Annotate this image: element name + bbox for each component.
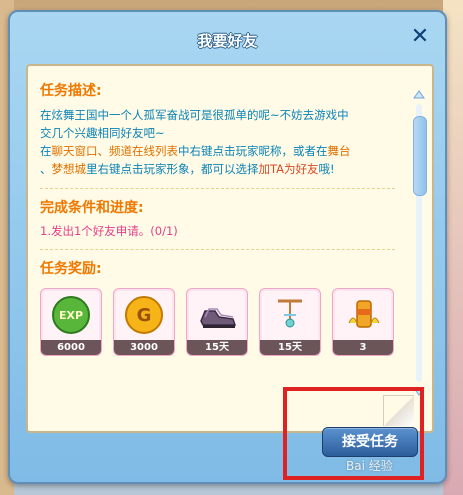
desc-line-3: 在聊天窗口、频道在线列表中右键点击玩家昵称，或者在舞台 <box>40 142 395 160</box>
reward-amount: 15天 <box>187 340 247 355</box>
cond-heading: 完成条件和进度: <box>40 200 144 216</box>
reward-item-gold[interactable]: G 3000 <box>113 288 175 356</box>
divider <box>40 188 395 189</box>
scroll-thumb[interactable] <box>413 116 427 196</box>
desc-text: 、 <box>40 162 52 176</box>
desc-line-1: 在炫舞王国中一个人孤军奋战可是很孤单的呢~不妨去游戏中 <box>40 108 349 122</box>
reward-amount: 15天 <box>260 340 320 355</box>
drink-can-icon <box>348 300 380 328</box>
desc-text: 中右键点击玩家昵称，或者在 <box>178 144 328 158</box>
divider <box>40 249 395 250</box>
desc-text: 在 <box>40 144 52 158</box>
close-icon[interactable]: ✕ <box>409 26 431 48</box>
watermark: Bai 经验 <box>346 459 393 473</box>
desc-heading: 任务描述: <box>40 83 102 99</box>
reward-amount: 6000 <box>41 340 101 355</box>
reward-item-shoes[interactable]: 15天 <box>186 288 248 356</box>
reward-amount: 3000 <box>114 340 174 355</box>
desc-line-4: 、梦想城里右键点击玩家形象，都可以选择加TA为好友哦! <box>40 160 395 178</box>
shoes-icon <box>200 308 237 328</box>
reward-item-necklace[interactable]: 15天 <box>259 288 321 356</box>
task-description: 在炫舞王国中一个人孤军奋战可是很孤单的呢~不妨去游戏中 交几个兴趣相同好友吧~ … <box>40 106 395 178</box>
task-progress: 1.发出1个好友申请。(0/1) <box>40 224 178 238</box>
svg-text:EXP: EXP <box>59 309 83 322</box>
reward-list: EXP 6000 G 3000 15天 15天 3 <box>40 288 395 356</box>
desc-text: 哦! <box>318 162 335 176</box>
scrollbar[interactable] <box>412 88 427 398</box>
reward-amount: 3 <box>333 340 393 355</box>
desc-text: 里右键点击玩家形象，都可以选择 <box>86 162 259 176</box>
exp-icon: EXP <box>52 296 90 334</box>
svg-text:G: G <box>137 305 152 326</box>
desc-line-2: 交几个兴趣相同好友吧~ <box>40 126 165 140</box>
reward-heading: 任务奖励: <box>40 261 102 277</box>
desc-highlight: 聊天窗口、频道在线列表 <box>51 144 179 158</box>
task-content: 任务描述: 在炫舞王国中一个人孤军奋战可是很孤单的呢~不妨去游戏中 交几个兴趣相… <box>40 72 395 356</box>
necklace-icon <box>278 299 302 328</box>
gold-coin-icon: G <box>125 296 163 334</box>
task-panel: 任务描述: 在炫舞王国中一个人孤军奋战可是很孤单的呢~不妨去游戏中 交几个兴趣相… <box>26 64 434 433</box>
scroll-up-icon[interactable] <box>412 88 426 102</box>
reward-item-exp[interactable]: EXP 6000 <box>40 288 102 356</box>
dialog-title: 我要好友 <box>197 32 258 50</box>
reward-item-drink[interactable]: 3 <box>332 288 394 356</box>
desc-highlight: 舞台 <box>327 144 351 158</box>
desc-highlight: 梦想城 <box>51 162 87 176</box>
desc-highlight-red: 加TA为好友 <box>258 162 319 176</box>
